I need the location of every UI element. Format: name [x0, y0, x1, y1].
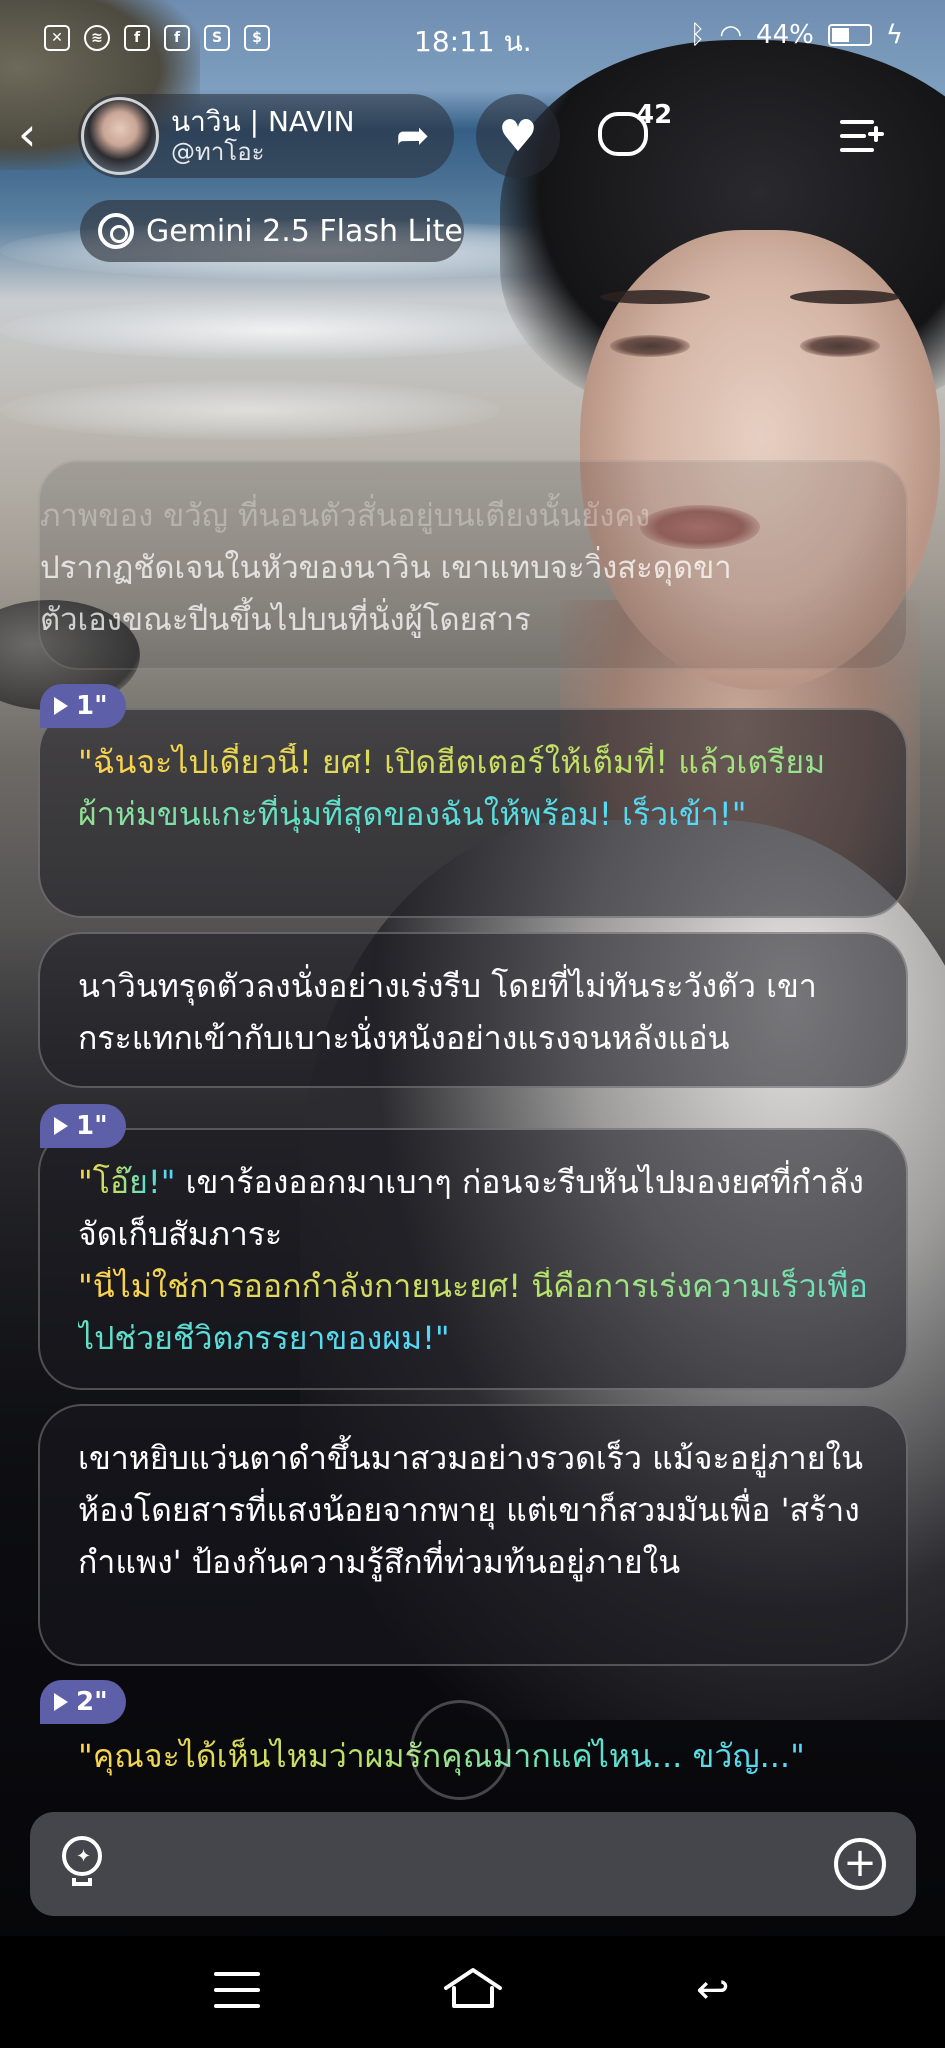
bulb-icon[interactable]: ✦: [60, 1836, 104, 1892]
voice-play-button[interactable]: 2": [40, 1680, 126, 1724]
faded-line: ภาพของ ขวัญ ที่นอนตัวสั่นอยู่บนเตียงนั้น…: [40, 498, 651, 534]
menu-button[interactable]: [836, 110, 888, 162]
battery-percent: 44%: [756, 20, 814, 50]
share-icon[interactable]: ➦: [396, 114, 440, 158]
profile-text: นาวิน | NAVIN @ทาโอะ: [171, 105, 355, 167]
voice-duration: 2": [76, 1687, 108, 1717]
model-selector[interactable]: Gemini 2.5 Flash Lite: [80, 200, 464, 262]
faded-message: ภาพของ ขวัญ ที่นอนตัวสั่นอยู่บนเตียงนั้น…: [40, 490, 880, 646]
shop-icon: $: [244, 25, 270, 51]
wifi-icon: ◠: [719, 20, 743, 50]
charging-icon: ϟ: [885, 20, 903, 50]
creator-handle: @ทาโอะ: [171, 138, 265, 167]
character-name: นาวิน | NAVIN: [171, 104, 355, 138]
facebook-icon: f: [164, 25, 190, 51]
model-icon: [98, 213, 134, 249]
narration-text: นาวินทรุดตัวลงนั่งอย่างเร่งรีบ โดยที่ไม่…: [78, 967, 817, 1057]
status-right-icons: ᛒ ◠ 44% ϟ: [690, 20, 903, 50]
avatar[interactable]: [81, 97, 159, 175]
chat-bubble[interactable]: เขาหยิบแว่นตาดำขึ้นมาสวมอย่างรวดเร็ว แม้…: [38, 1404, 908, 1666]
status-left-icons: ✕ ≋ f f S $: [44, 25, 270, 51]
faded-line: ตัวเองขณะปีนขึ้นไปบนที่นั่งผู้โดยสาร: [40, 602, 531, 638]
plus-icon[interactable]: +: [834, 1838, 886, 1890]
voice-play-button[interactable]: 1": [40, 684, 126, 728]
profile-pill[interactable]: นาวิน | NAVIN @ทาโอะ ➦: [78, 94, 454, 178]
narration-text: เขาหยิบแว่นตาดำขึ้นมาสวมอย่างรวดเร็ว แม้…: [78, 1439, 864, 1581]
back-nav-button[interactable]: ↩: [696, 1970, 744, 2010]
speech-text: "โอ๊ย!": [78, 1163, 176, 1201]
like-button[interactable]: ♥: [476, 94, 560, 178]
wave-shape: [0, 300, 560, 360]
chat-bubble[interactable]: นาวินทรุดตัวลงนั่งอย่างเร่งรีบ โดยที่ไม่…: [38, 932, 908, 1088]
comment-count: 42: [636, 100, 673, 130]
voice-duration: 1": [76, 1111, 108, 1141]
comment-button[interactable]: 42: [590, 100, 672, 174]
home-button[interactable]: [442, 1966, 504, 2014]
bluetooth-icon: ᛒ: [689, 20, 706, 50]
heart-icon: ♥: [498, 110, 538, 162]
speech-text: "นี่ไม่ใช่การออกกำลังกายนะยศ! นี่คือการเ…: [78, 1267, 868, 1357]
shopee-icon: S: [204, 25, 230, 51]
scroll-indicator[interactable]: [410, 1700, 510, 1800]
speech-text: "ฉันจะไปเดี๋ยวนี้! ยศ! เปิดฮีตเตอร์ให้เต…: [78, 743, 826, 833]
character-brow: [600, 290, 710, 304]
wave-shape: [0, 380, 500, 440]
faded-line: ปรากฏชัดเจนในหัวของนาวิน เขาแทบจะวิ่งสะด…: [40, 550, 732, 586]
voice-duration: 1": [76, 691, 108, 721]
chat-bubble[interactable]: "ฉันจะไปเดี๋ยวนี้! ยศ! เปิดฮีตเตอร์ให้เต…: [38, 708, 908, 918]
character-eye: [610, 335, 690, 357]
x-icon: ✕: [44, 25, 70, 51]
character-brow: [790, 290, 900, 304]
facebook-icon: f: [124, 25, 150, 51]
status-bar: ✕ ≋ f f S $ 18:11 น. ᛒ ◠ 44% ϟ: [0, 0, 945, 76]
recent-apps-button[interactable]: [214, 1972, 260, 2008]
play-icon: [54, 1693, 68, 1711]
voice-play-button[interactable]: 1": [40, 1104, 126, 1148]
chat-bubble[interactable]: "โอ๊ย!" เขาร้องออกมาเบาๆ ก่อนจะรีบหันไปม…: [38, 1128, 908, 1390]
message-input-bar[interactable]: ✦ +: [30, 1812, 916, 1916]
character-eye: [800, 335, 880, 357]
battery-icon: [827, 24, 872, 46]
model-name: Gemini 2.5 Flash Lite: [146, 213, 463, 249]
back-button[interactable]: ‹: [18, 110, 66, 158]
play-icon: [54, 1117, 68, 1135]
system-nav-bar: ↩: [0, 1936, 945, 2048]
play-icon: [54, 697, 68, 715]
narration-text: เขาร้องออกมาเบาๆ ก่อนจะรีบหันไปมองยศที่ก…: [78, 1163, 864, 1253]
status-time: 18:11 น.: [414, 25, 532, 58]
spotify-icon: ≋: [84, 25, 110, 51]
